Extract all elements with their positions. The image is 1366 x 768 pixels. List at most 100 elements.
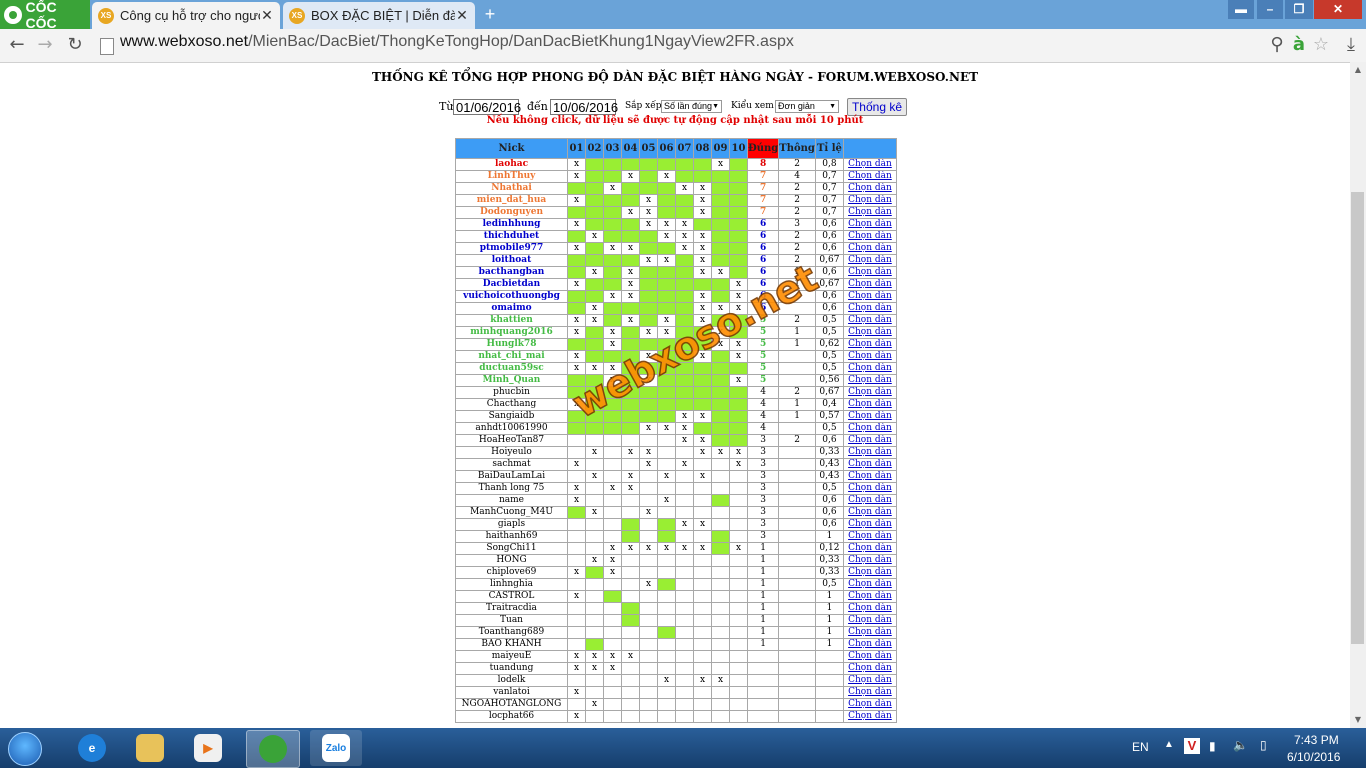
battery-icon[interactable]: ▯: [1260, 738, 1267, 752]
day-cell: [675, 530, 694, 543]
view-select[interactable]: Đơn giản ▼: [775, 100, 839, 113]
chon-dan-link[interactable]: Chọn dàn: [842, 470, 897, 483]
chon-dan-link[interactable]: Chọn dàn: [842, 638, 897, 651]
chon-dan-link[interactable]: Chọn dàn: [842, 398, 897, 411]
chon-dan-link[interactable]: Chọn dàn: [842, 530, 897, 543]
back-arrow-icon[interactable]: ←: [6, 34, 28, 56]
chon-dan-link[interactable]: Chọn dàn: [842, 614, 897, 627]
zoom-icon[interactable]: ⚲: [1266, 34, 1288, 56]
chon-dan-link[interactable]: Chọn dàn: [842, 578, 897, 591]
day-cell: [711, 554, 730, 567]
day-cell: x: [657, 230, 676, 243]
close-window-icon[interactable]: ✕: [1314, 0, 1362, 19]
nick-cell: omaimo: [455, 302, 568, 315]
minimize-icon[interactable]: –: [1257, 0, 1283, 19]
day-cell: [675, 206, 694, 219]
vietkey-icon[interactable]: V: [1184, 738, 1200, 754]
chon-dan-link[interactable]: Chọn dàn: [842, 350, 897, 363]
chon-dan-link[interactable]: Chọn dàn: [842, 230, 897, 243]
chon-dan-link[interactable]: Chọn dàn: [842, 194, 897, 207]
chon-dan-link[interactable]: Chọn dàn: [842, 446, 897, 459]
volume-icon[interactable]: 🔈: [1233, 738, 1248, 752]
chon-dan-link[interactable]: Chọn dàn: [842, 458, 897, 471]
clock-time[interactable]: 7:43 PM: [1294, 733, 1339, 747]
browser-menu-button[interactable]: CỐC CỐC: [0, 0, 90, 31]
chon-dan-link[interactable]: Chọn dàn: [842, 302, 897, 315]
chon-dan-link[interactable]: Chọn dàn: [842, 698, 897, 711]
chon-dan-link[interactable]: Chọn dàn: [842, 158, 897, 171]
scroll-thumb[interactable]: [1351, 192, 1364, 644]
taskbar-explorer[interactable]: [124, 730, 176, 766]
chon-dan-link[interactable]: Chọn dàn: [842, 674, 897, 687]
chon-dan-link[interactable]: Chọn dàn: [842, 662, 897, 675]
chon-dan-link[interactable]: Chọn dàn: [842, 314, 897, 327]
from-date-input[interactable]: 01/06/2016: [453, 99, 521, 115]
maximize-icon[interactable]: ❐: [1285, 0, 1313, 19]
coccoc-a-icon[interactable]: à: [1288, 34, 1310, 56]
chon-dan-link[interactable]: Chọn dàn: [842, 566, 897, 579]
show-hidden-icons-icon[interactable]: ▲: [1164, 739, 1174, 750]
chon-dan-link[interactable]: Chọn dàn: [842, 374, 897, 387]
close-tab-icon[interactable]: ✕: [455, 7, 469, 24]
chon-dan-link[interactable]: Chọn dàn: [842, 710, 897, 723]
chon-dan-link[interactable]: Chọn dàn: [842, 290, 897, 303]
language-indicator[interactable]: EN: [1132, 740, 1149, 754]
chon-dan-link[interactable]: Chọn dàn: [842, 602, 897, 615]
day-cell: [657, 434, 676, 447]
scroll-down-icon[interactable]: ▼: [1350, 713, 1366, 727]
to-date-input[interactable]: 10/06/2016: [550, 99, 618, 115]
chon-dan-link[interactable]: Chọn dàn: [842, 326, 897, 339]
chon-dan-link[interactable]: Chọn dàn: [842, 242, 897, 255]
taskbar-coccoc[interactable]: [246, 730, 300, 768]
chon-dan-link[interactable]: Chọn dàn: [842, 542, 897, 555]
close-tab-icon[interactable]: ✕: [260, 7, 274, 24]
tab-box-dac-biet[interactable]: XS BOX ĐẶC BIỆT | Diễn đàn ✕: [283, 2, 475, 29]
chon-dan-link[interactable]: Chọn dàn: [842, 554, 897, 567]
chon-dan-link[interactable]: Chọn dàn: [842, 650, 897, 663]
chon-dan-link[interactable]: Chọn dàn: [842, 410, 897, 423]
day-cell: x: [585, 314, 604, 327]
address-bar[interactable]: www.webxoso.net/MienBac/DacBiet/ThongKeT…: [120, 33, 794, 58]
chon-dan-link[interactable]: Chọn dàn: [842, 518, 897, 531]
network-icon[interactable]: ▮: [1209, 739, 1216, 753]
chon-dan-link[interactable]: Chọn dàn: [842, 494, 897, 507]
chon-dan-link[interactable]: Chọn dàn: [842, 218, 897, 231]
forward-arrow-icon[interactable]: →: [34, 34, 56, 56]
chon-dan-link[interactable]: Chọn dàn: [842, 506, 897, 519]
reload-icon[interactable]: ↻: [64, 34, 86, 56]
thong-ke-button[interactable]: Thống kê: [847, 98, 907, 116]
chon-dan-link[interactable]: Chọn dàn: [842, 206, 897, 219]
chon-dan-link[interactable]: Chọn dàn: [842, 254, 897, 267]
taskbar-zalo[interactable]: Zalo: [310, 730, 362, 766]
taskbar-media[interactable]: ▶: [182, 730, 234, 766]
day-cell: x: [567, 362, 586, 375]
scroll-up-icon[interactable]: ▲: [1350, 63, 1366, 77]
chon-dan-link[interactable]: Chọn dàn: [842, 482, 897, 495]
chon-dan-link[interactable]: Chọn dàn: [842, 434, 897, 447]
day-cell: [729, 638, 748, 651]
dung-cell: 3: [746, 530, 780, 543]
chon-dan-link[interactable]: Chọn dàn: [842, 182, 897, 195]
chon-dan-link[interactable]: Chọn dàn: [842, 278, 897, 291]
user-menu-icon[interactable]: ▬: [1228, 0, 1254, 19]
chon-dan-link[interactable]: Chọn dàn: [842, 338, 897, 351]
start-button[interactable]: [4, 730, 44, 766]
taskbar-ie[interactable]: e: [66, 730, 118, 766]
day-cell: [621, 458, 640, 471]
chon-dan-link[interactable]: Chọn dàn: [842, 386, 897, 399]
sort-select[interactable]: Số lần đúng ▼: [661, 100, 722, 113]
download-icon[interactable]: ⤓: [1340, 34, 1362, 56]
chon-dan-link[interactable]: Chọn dàn: [842, 266, 897, 279]
clock-date[interactable]: 6/10/2016: [1287, 750, 1340, 764]
chon-dan-link[interactable]: Chọn dàn: [842, 590, 897, 603]
bookmark-star-icon[interactable]: ☆: [1310, 34, 1332, 56]
tab-tools[interactable]: XS Công cụ hỗ trợ cho người ✕: [92, 2, 280, 29]
chon-dan-link[interactable]: Chọn dàn: [842, 170, 897, 183]
chon-dan-link[interactable]: Chọn dàn: [842, 686, 897, 699]
chon-dan-link[interactable]: Chọn dàn: [842, 626, 897, 639]
day-cell: [603, 302, 622, 315]
chon-dan-link[interactable]: Chọn dàn: [842, 422, 897, 435]
chon-dan-link[interactable]: Chọn dàn: [842, 362, 897, 375]
new-tab-plus-icon[interactable]: +: [480, 4, 500, 24]
nick-cell: minhquang2016: [455, 326, 568, 339]
